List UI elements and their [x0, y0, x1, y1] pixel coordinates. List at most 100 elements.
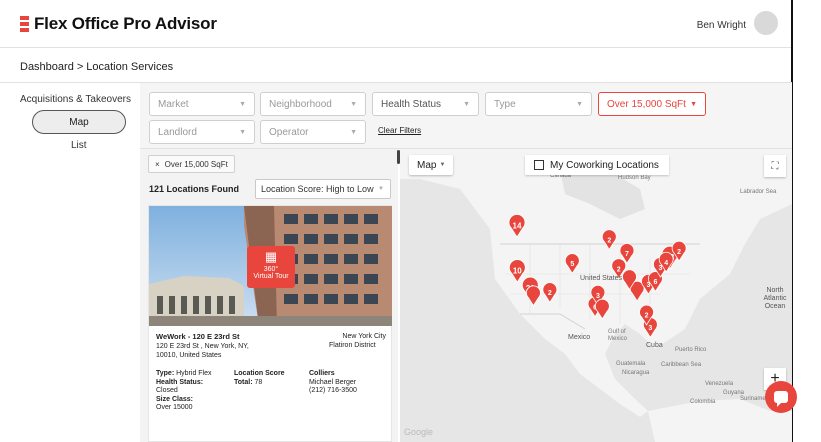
map-pin-count: 4 — [664, 260, 668, 267]
map-pin-count: 5 — [570, 261, 574, 268]
chevron-down-icon: ▼ — [350, 101, 357, 108]
neighborhood-select-label: Neighborhood — [269, 98, 332, 110]
chevron-down-icon: ▼ — [350, 129, 357, 136]
map-pin-count: 10 — [513, 266, 522, 275]
fullscreen-button[interactable]: ⛶ — [764, 155, 786, 177]
map-label: Puerto Rico — [675, 347, 707, 353]
map-pin-count: 2 — [607, 237, 611, 244]
results-count: 121 Locations Found — [149, 184, 240, 194]
map-label: Venezuela — [705, 381, 734, 387]
map-label: United States — [580, 275, 623, 282]
brand[interactable]: Flex Office Pro Advisor — [20, 14, 217, 34]
location-city: New York City — [342, 333, 386, 340]
type-select[interactable]: Type ▼ — [485, 92, 592, 116]
map-view[interactable]: 1410212526372362323432 Canada Hudson Bay… — [400, 149, 792, 442]
map-label: Cuba — [646, 342, 663, 349]
map-label: Suriname — [740, 396, 766, 402]
location-photo[interactable]: ▦ 360° Virtual Tour — [149, 206, 392, 326]
broker-phone[interactable]: (212) 716-3500 — [309, 387, 389, 396]
broker-info: Colliers Michael Berger (212) 716-3500 — [309, 370, 389, 396]
avatar[interactable] — [754, 11, 778, 35]
listing-details: Type: Hybrid Flex Health Status: Closed … — [156, 370, 230, 413]
map-label: Caribbean Sea — [661, 362, 702, 368]
chevron-down-icon: ▼ — [239, 129, 246, 136]
type-label: Type: — [156, 370, 175, 377]
map-label: Guatemala — [616, 361, 646, 367]
map-type-select[interactable]: Map ▼ — [409, 155, 454, 175]
results-panel: × Over 15,000 SqFt 121 Locations Found Lo… — [140, 149, 400, 442]
market-select[interactable]: Market ▼ — [149, 92, 255, 116]
map-label: Labrador Sea — [740, 189, 777, 195]
map-pin-count: 2 — [645, 313, 649, 320]
breadcrumb-root[interactable]: Dashboard — [20, 61, 74, 73]
building-icon: ▦ — [264, 249, 278, 264]
broker-name: Michael Berger — [309, 378, 357, 386]
health-value: Closed — [156, 387, 178, 394]
location-address: 120 E 23rd St , New York, NY, 10010, Uni… — [156, 343, 249, 359]
side-nav: Acquisitions & Takeovers Map List — [0, 83, 140, 442]
top-header: Flex Office Pro Advisor Ben Wright — [0, 0, 792, 48]
user-menu[interactable]: Ben Wright — [696, 11, 778, 35]
filter-panel: Market ▼ Neighborhood ▼ Health Status ▼ Typ… — [140, 83, 792, 149]
operator-select-label: Operator — [269, 126, 309, 138]
size-value: Over 15000 — [156, 404, 193, 411]
user-name: Ben Wright — [696, 20, 746, 31]
brand-logo-icon — [20, 15, 29, 32]
nav-item-list[interactable]: List — [71, 140, 87, 151]
coworking-toggle[interactable]: My Coworking Locations — [525, 155, 669, 175]
operator-select[interactable]: Operator ▼ — [260, 120, 366, 144]
map-pin-count: 3 — [648, 325, 652, 332]
map-pin-count: 14 — [513, 221, 522, 230]
health-label: Health Status: — [156, 378, 204, 386]
type-select-label: Type — [494, 98, 516, 110]
nav-item-map[interactable]: Map — [32, 110, 126, 134]
virtual-tour-sublabel: Virtual Tour — [253, 273, 289, 280]
map-pin-count: 6 — [653, 279, 657, 286]
coworking-toggle-label: My Coworking Locations — [550, 159, 659, 171]
chevron-down-icon: ▼ — [576, 101, 583, 108]
map-pin-count: 2 — [677, 249, 681, 256]
breadcrumb-current: Location Services — [86, 61, 174, 73]
market-select-label: Market — [158, 98, 189, 110]
clear-filters-link[interactable]: Clear Filters — [378, 126, 421, 135]
virtual-tour-button[interactable]: ▦ 360° Virtual Tour — [247, 246, 295, 288]
virtual-tour-label: 360° — [263, 266, 279, 273]
location-card[interactable]: ▦ 360° Virtual Tour WeWork - 120 E 23rd … — [148, 205, 392, 442]
chat-button[interactable] — [765, 381, 797, 413]
sort-select[interactable]: Location Score: High to Low ▼ — [255, 179, 391, 199]
neighborhood-select[interactable]: Neighborhood ▼ — [260, 92, 366, 116]
active-filter-chip-label: Over 15,000 SqFt — [164, 159, 228, 169]
chevron-down-icon: ▼ — [690, 101, 697, 108]
nav-section-title[interactable]: Acquisitions & Takeovers — [20, 94, 131, 105]
map-label: Mexico — [568, 334, 591, 341]
map-label: North Atlantic Ocean — [763, 287, 787, 310]
score-total-label: Total: — [234, 378, 253, 386]
landlord-select[interactable]: Landlord ▼ — [149, 120, 255, 144]
map-canvas: 1410212526372362323432 — [400, 149, 792, 442]
fullscreen-icon: ⛶ — [771, 160, 779, 172]
map-pin-count: 3 — [596, 293, 600, 300]
chevron-down-icon: ▼ — [463, 101, 470, 108]
size-label: Size Class: — [156, 395, 193, 403]
map-label: Gulf of Mexico — [608, 329, 628, 342]
close-icon[interactable]: × — [155, 160, 160, 169]
map-label: Colombia — [690, 399, 716, 405]
landlord-select-label: Landlord — [158, 126, 197, 138]
sort-select-label: Location Score: High to Low — [261, 184, 374, 194]
type-value: Hybrid Flex — [176, 370, 212, 377]
breadcrumb-separator: > — [76, 61, 84, 73]
chat-icon — [774, 391, 788, 407]
broker-company: Colliers — [309, 370, 335, 377]
active-filter-chip[interactable]: × Over 15,000 SqFt — [148, 155, 235, 173]
health-status-select[interactable]: Health Status ▼ — [372, 92, 479, 116]
checkbox-icon[interactable] — [534, 160, 544, 170]
score-label: Location Score — [234, 370, 285, 377]
location-score: Location Score Total: 78 — [234, 370, 304, 387]
chevron-down-icon: ▼ — [439, 162, 446, 168]
map-label: Nicaragua — [622, 370, 650, 376]
size-select-label: Over 15,000 SqFt — [607, 98, 686, 110]
breadcrumb: Dashboard > Location Services — [20, 61, 173, 73]
map-type-label: Map — [417, 159, 437, 171]
location-name[interactable]: WeWork - 120 E 23rd St — [156, 332, 240, 341]
size-select[interactable]: Over 15,000 SqFt ▼ — [598, 92, 706, 116]
